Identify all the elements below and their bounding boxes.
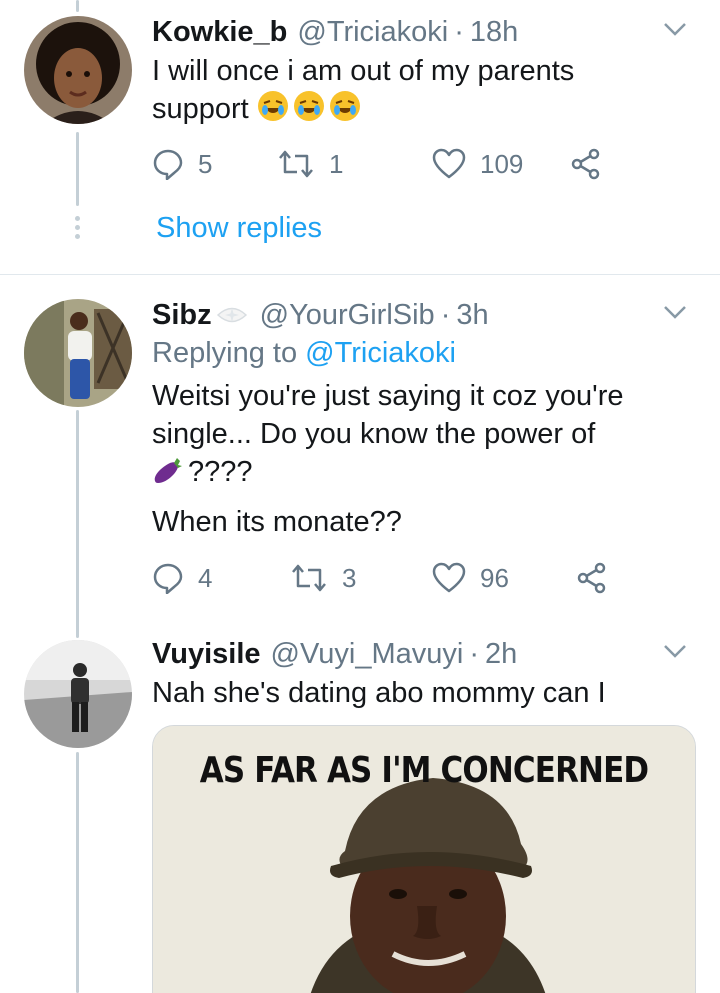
share-button[interactable] [576, 562, 608, 594]
retweet-count: 1 [329, 148, 344, 179]
reply-button[interactable]: 4 [152, 562, 290, 594]
timestamp[interactable]: 2h [485, 636, 517, 672]
display-name[interactable]: Vuyisile [152, 636, 261, 672]
caret-down-icon[interactable] [660, 636, 690, 666]
mention-link[interactable]: @Triciakoki [305, 337, 456, 369]
separator: · [440, 299, 451, 331]
laughing-emoji [329, 90, 361, 132]
avatar[interactable] [24, 640, 132, 748]
laughing-emoji [257, 90, 289, 132]
tweet-header: Kowkie_b @Triciakoki · 18h [152, 14, 690, 50]
share-button[interactable] [570, 148, 602, 180]
tweet-header: Sibz @YourGirlSib · 3h [152, 297, 690, 333]
timestamp[interactable]: 18h [470, 14, 518, 50]
display-name[interactable]: Sibz [152, 297, 212, 333]
sparkle-icon [216, 307, 247, 323]
like-button[interactable]: 96 [432, 562, 576, 594]
user-handle[interactable]: @Triciakoki [297, 14, 448, 50]
like-icon [432, 562, 466, 593]
eggplant-emoji [152, 455, 184, 495]
tweet-text: I will once i am out of my parents suppo… [152, 52, 690, 132]
avatar[interactable] [24, 16, 132, 124]
retweet-icon [279, 150, 313, 178]
tweet-text-line: ???? [188, 456, 253, 488]
tweet-kowkie[interactable]: Kowkie_b @Triciakoki · 18h I will once i… [0, 0, 720, 274]
tweet-header: Vuyisile @Vuyi_Mavuyi · 2h [152, 636, 690, 672]
like-count: 96 [480, 562, 509, 593]
tweet-text-line: single... Do you know the power of [152, 418, 596, 450]
like-icon [432, 148, 466, 179]
reply-icon [153, 149, 183, 180]
tweet-text-line: Weitsi you're just saying it coz you're [152, 380, 624, 412]
tweet-media-image[interactable]: AS FAR AS I'M CONCERNED [152, 725, 696, 993]
replying-to: Replying to @Triciakoki [152, 333, 690, 373]
meme-caption: AS FAR AS I'M CONCERNED [199, 750, 649, 791]
user-handle[interactable]: @YourGirlSib [260, 297, 435, 333]
like-count: 109 [480, 148, 524, 179]
share-icon [577, 562, 606, 594]
reply-count: 5 [198, 148, 213, 179]
like-button[interactable]: 109 [432, 148, 570, 180]
retweet-count: 3 [342, 562, 357, 593]
retweet-icon [292, 564, 326, 592]
reply-count: 4 [198, 562, 213, 593]
timestamp[interactable]: 3h [456, 297, 488, 333]
tweet-text-line: When its monate?? [152, 506, 402, 538]
display-name[interactable]: Kowkie_b [152, 14, 287, 50]
show-replies-link[interactable]: Show replies [156, 212, 322, 245]
retweet-button[interactable]: 3 [290, 562, 432, 594]
separator: · [469, 638, 479, 670]
retweet-button[interactable]: 1 [277, 148, 432, 180]
share-icon [571, 148, 600, 180]
replying-prefix: Replying to [152, 337, 298, 369]
tweet-text: Weitsi you're just saying it coz you're … [152, 377, 690, 541]
caret-down-icon[interactable] [660, 14, 690, 44]
laughing-emoji [293, 90, 325, 132]
user-handle[interactable]: @Vuyi_Mavuyi [271, 636, 464, 672]
separator: · [454, 16, 464, 48]
reply-button[interactable]: 5 [152, 148, 277, 180]
tweet-text: Nah she's dating abo mommy can I [152, 677, 606, 709]
reply-icon [153, 563, 183, 594]
caret-down-icon[interactable] [660, 297, 690, 327]
tweet-sibz[interactable]: Sibz @YourGirlSib · 3h Replying to @Tric… [0, 275, 720, 615]
avatar[interactable] [24, 299, 132, 407]
